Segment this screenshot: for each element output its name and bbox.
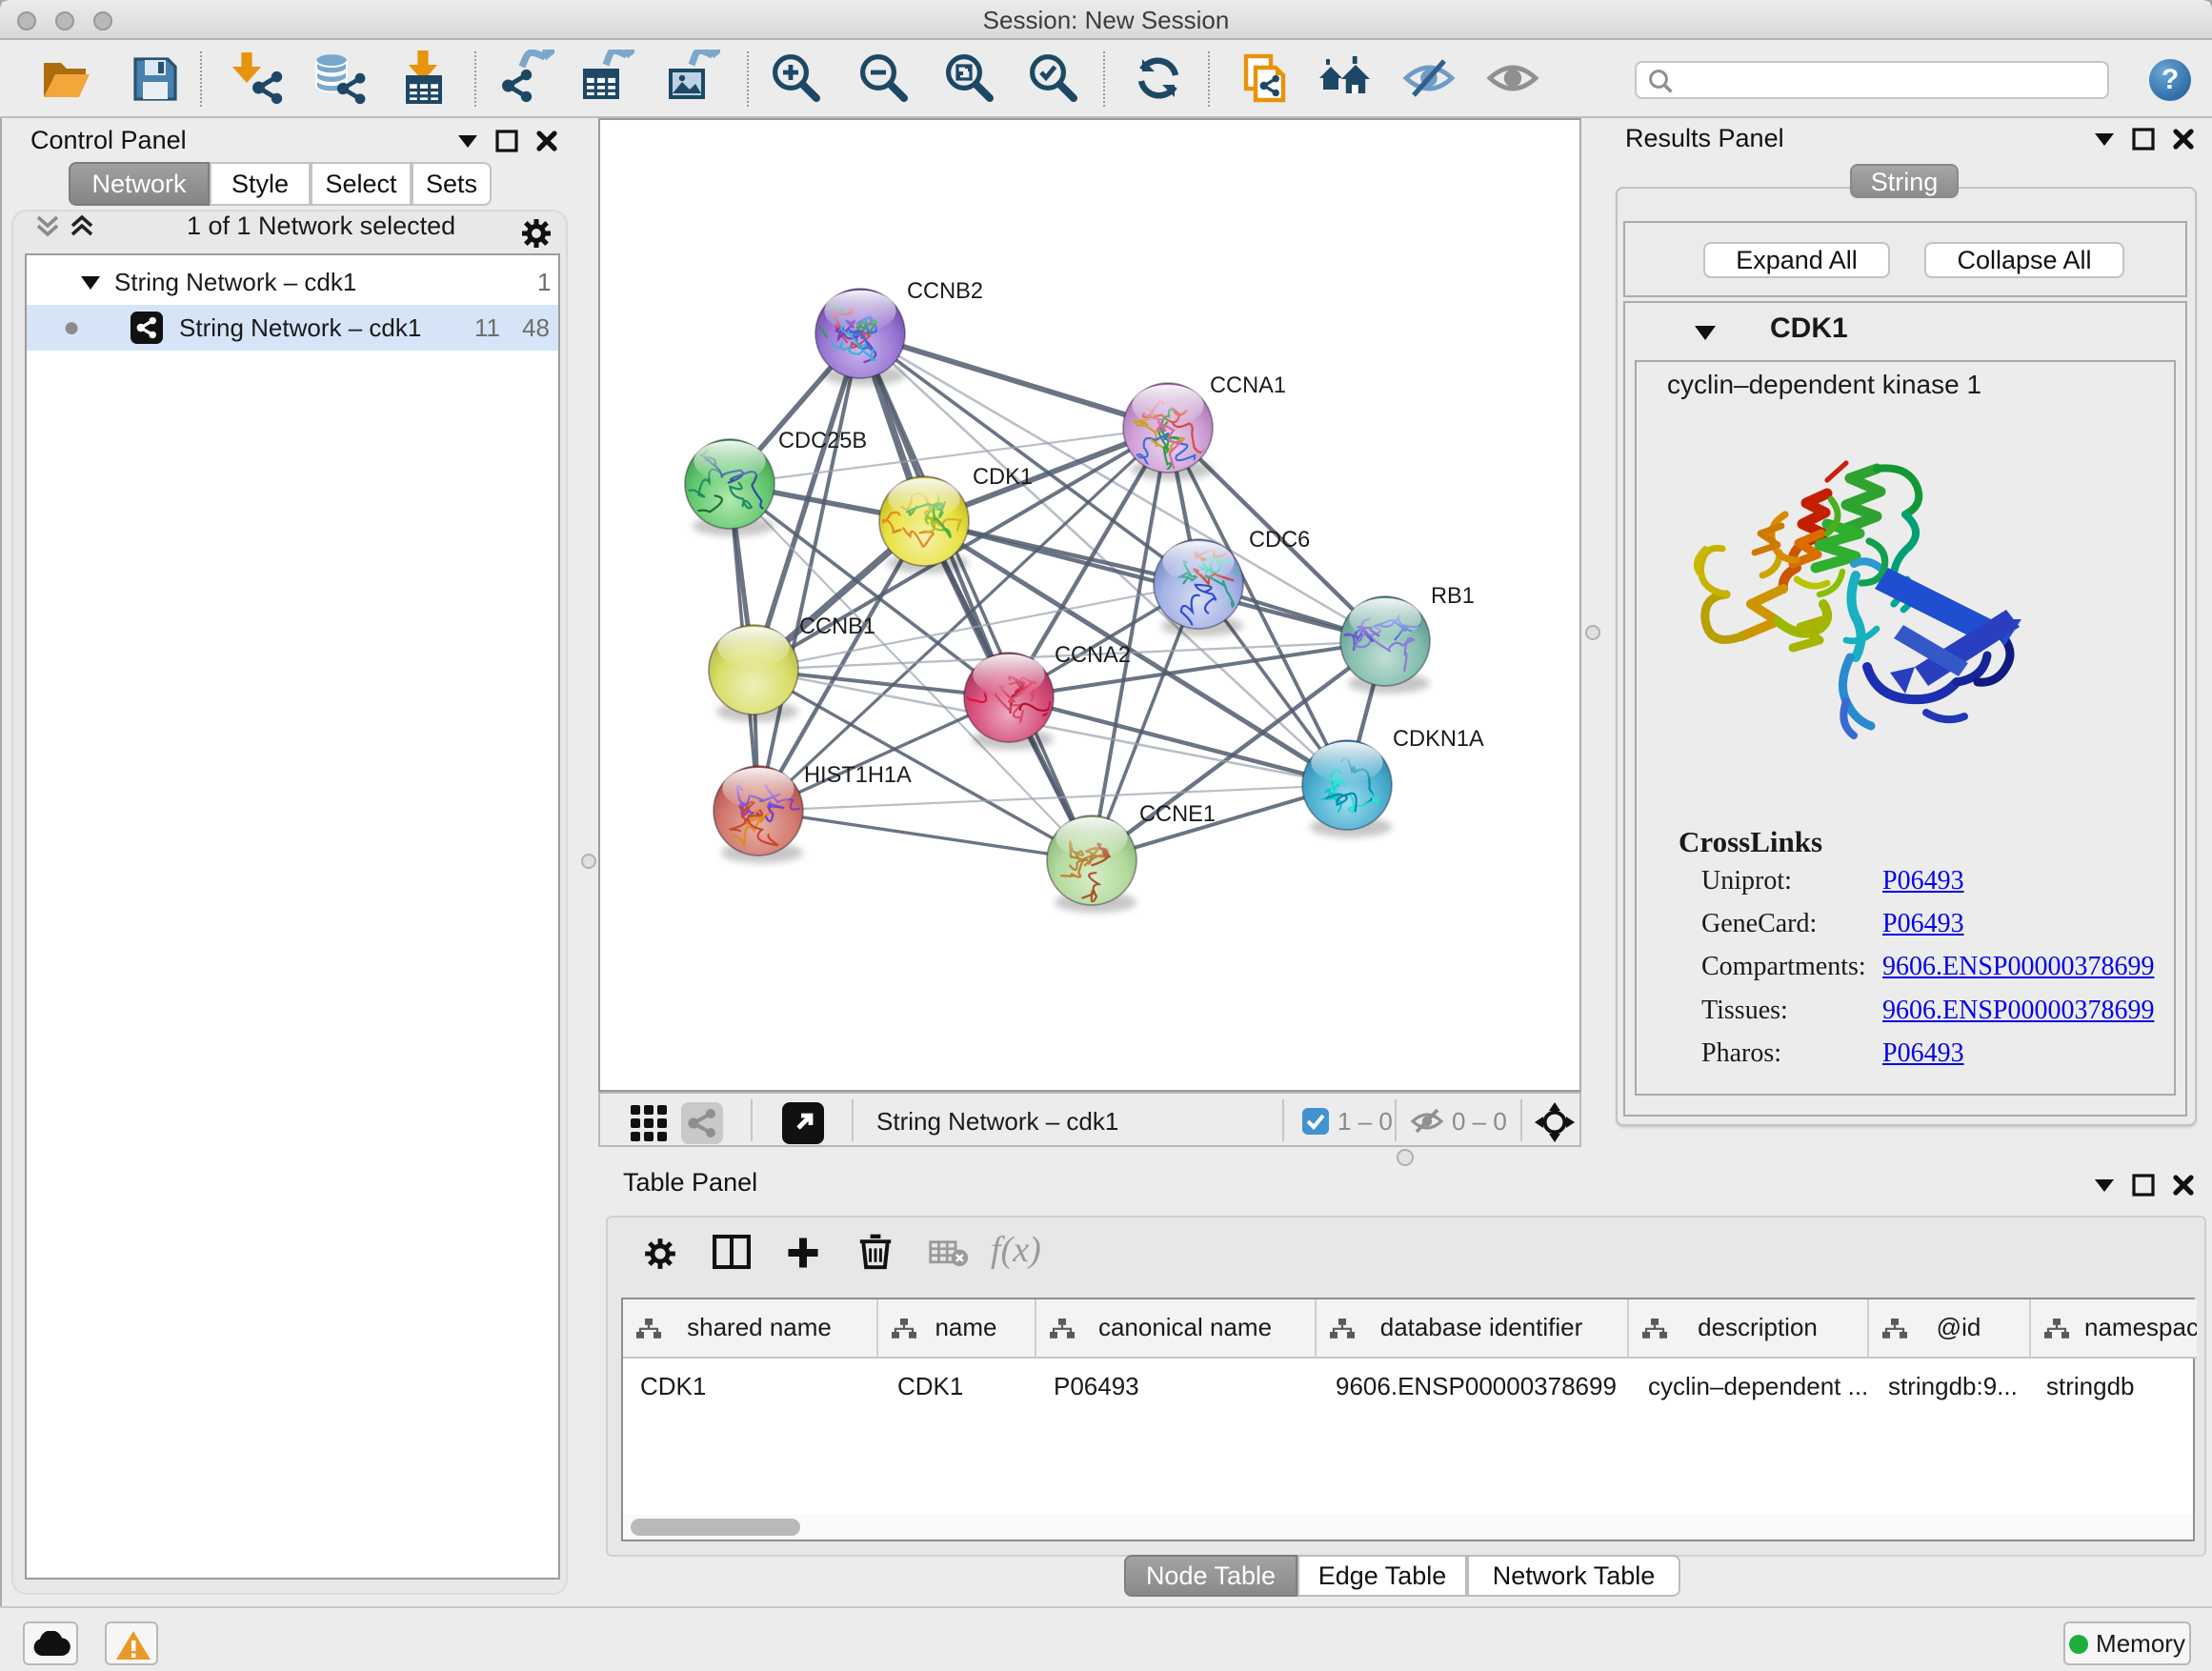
svg-text:CCNB2: CCNB2	[907, 279, 983, 304]
svg-text:CCNA2: CCNA2	[1055, 643, 1131, 668]
svg-text:RB1: RB1	[1431, 584, 1475, 609]
svg-text:CDKN1A: CDKN1A	[1393, 727, 1484, 752]
svg-text:CCNE1: CCNE1	[1139, 802, 1216, 827]
svg-text:CDC6: CDC6	[1249, 528, 1310, 553]
svg-text:CCNA1: CCNA1	[1210, 373, 1286, 398]
svg-text:CDK1: CDK1	[973, 465, 1033, 490]
svg-text:CCNB1: CCNB1	[799, 614, 875, 639]
svg-text:HIST1H1A: HIST1H1A	[804, 763, 912, 788]
svg-text:CDC25B: CDC25B	[778, 429, 867, 453]
